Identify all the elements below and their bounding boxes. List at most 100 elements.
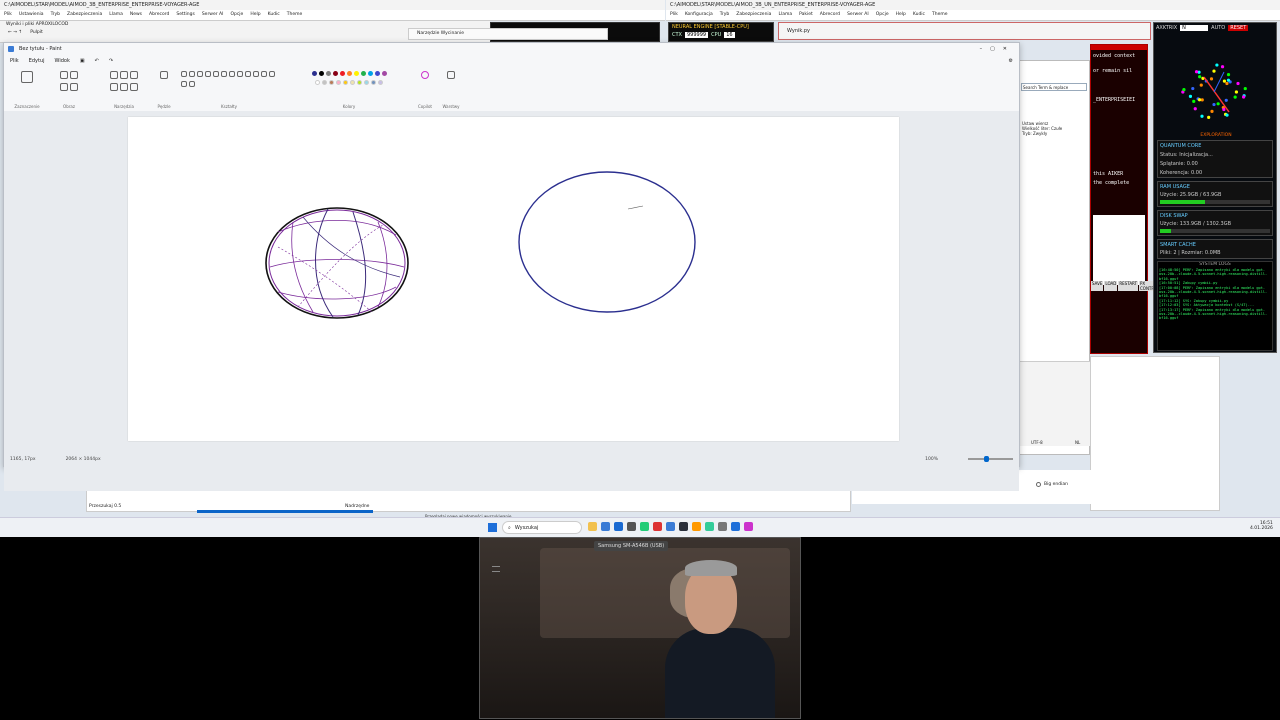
cpu-input[interactable]: 16	[724, 32, 735, 38]
redo-icon[interactable]: ↷	[109, 58, 113, 64]
log-button[interactable]: RESTART	[1118, 281, 1138, 291]
taskbar-app-icon[interactable]	[744, 522, 753, 531]
copilot-icon[interactable]	[421, 71, 429, 79]
shape-icon[interactable]	[269, 71, 275, 77]
ctx-input[interactable]: 999999	[684, 32, 709, 38]
color-swatch[interactable]	[371, 80, 376, 85]
auto-checkbox[interactable]: AUTO	[1211, 25, 1225, 31]
start-button[interactable]	[488, 523, 497, 532]
taskbar-app-icon[interactable]	[731, 522, 740, 531]
taskbar-search[interactable]: ⌕ Wyszukaj	[502, 521, 582, 534]
settings-gear-icon[interactable]: ⚙	[1009, 58, 1013, 64]
taskbar-app-icon[interactable]	[718, 522, 727, 531]
layers-icon[interactable]	[447, 71, 455, 79]
color-swatch[interactable]	[325, 71, 331, 76]
save-icon[interactable]: ▣	[80, 58, 85, 64]
magnifier-icon[interactable]	[130, 83, 138, 91]
rotate-icon[interactable]	[60, 83, 68, 91]
color-swatch[interactable]	[378, 80, 383, 85]
text-icon[interactable]	[130, 71, 138, 79]
shape-icon[interactable]	[181, 81, 187, 87]
color-swatch[interactable]	[322, 80, 327, 85]
shape-icon[interactable]	[253, 71, 259, 77]
color-swatch[interactable]	[346, 71, 352, 76]
snipping-dialog[interactable]: Narzędzie Wycinanie	[408, 28, 608, 40]
search-popup-title[interactable]: Search Term & replace	[1021, 83, 1087, 91]
menu-item[interactable]: Opcje	[876, 12, 889, 17]
menu-item[interactable]: Pakiet	[799, 12, 813, 17]
shape-icon[interactable]	[237, 71, 243, 77]
reset-button[interactable]: RESET	[1228, 25, 1249, 31]
menu-item[interactable]: Tryb	[720, 12, 729, 17]
shape-icon[interactable]	[181, 71, 187, 77]
color-swatch[interactable]	[311, 71, 317, 76]
menu-icon[interactable]	[492, 566, 500, 572]
eraser-icon[interactable]	[110, 83, 118, 91]
menu-item[interactable]: Zabezpieczenia	[67, 12, 102, 17]
menu-item[interactable]: Opcje	[230, 12, 243, 17]
menu-item[interactable]: Kudic	[913, 12, 925, 17]
fill-icon[interactable]	[120, 71, 128, 79]
menu-item[interactable]: News	[130, 12, 142, 17]
color-swatch[interactable]	[367, 71, 373, 76]
taskbar-app-icon[interactable]	[692, 522, 701, 531]
taskbar-app-icon[interactable]	[601, 522, 610, 531]
menu-item[interactable]: Help	[896, 12, 906, 17]
clock[interactable]: 16:51 4.01.2026	[1250, 521, 1273, 531]
menu-item[interactable]: Llama	[778, 12, 792, 17]
color-swatch[interactable]	[360, 71, 366, 76]
color-swatch[interactable]	[339, 71, 345, 76]
shape-icon[interactable]	[261, 71, 267, 77]
nav-arrows-icon[interactable]: ← → ↑	[8, 30, 22, 35]
editor-tab[interactable]: Wynik.py	[778, 22, 1151, 40]
shape-icon[interactable]	[245, 71, 251, 77]
zoom-level[interactable]: 100%	[925, 457, 938, 462]
resize-icon[interactable]	[70, 71, 78, 79]
menu-view[interactable]: Widok	[55, 58, 70, 64]
picker-icon[interactable]	[120, 83, 128, 91]
menu-item[interactable]: Kudic	[268, 12, 280, 17]
color-swatch[interactable]	[357, 80, 362, 85]
crop-icon[interactable]	[60, 71, 68, 79]
select-icon[interactable]	[21, 71, 33, 83]
taskbar-app-icon[interactable]	[614, 522, 623, 531]
color-swatch[interactable]	[332, 71, 338, 76]
shape-icon[interactable]	[197, 71, 203, 77]
shape-icon[interactable]	[205, 71, 211, 77]
color-swatch[interactable]	[374, 71, 380, 76]
brush-icon[interactable]	[160, 71, 168, 79]
menu-item[interactable]: Plik	[4, 12, 12, 17]
menu-edit[interactable]: Edytuj	[29, 58, 45, 64]
taskbar-app-icon[interactable]	[588, 522, 597, 531]
log-button[interactable]: SAVE	[1091, 281, 1104, 291]
taskbar-app-icon[interactable]	[666, 522, 675, 531]
zoom-slider[interactable]	[968, 456, 1013, 462]
menu-item[interactable]: Plik	[670, 12, 678, 17]
menu-item[interactable]: Theme	[287, 12, 303, 17]
menu-item[interactable]: Serwer AI	[202, 12, 224, 17]
color-swatch[interactable]	[315, 80, 320, 85]
shape-icon[interactable]	[189, 81, 195, 87]
drawing-canvas[interactable]	[128, 117, 899, 441]
menu-file[interactable]: Plik	[10, 58, 19, 64]
window-controls-icon[interactable]: –▢✕	[980, 46, 1015, 52]
taskbar-app-icon[interactable]	[640, 522, 649, 531]
radio-big[interactable]	[1036, 482, 1041, 487]
taskbar-app-icon[interactable]	[653, 522, 662, 531]
taskbar-app-icon[interactable]	[705, 522, 714, 531]
color-swatch[interactable]	[381, 71, 387, 76]
menu-item[interactable]: Theme	[932, 12, 948, 17]
menu-item[interactable]: Konfiguracja	[685, 12, 713, 17]
undo-icon[interactable]: ↶	[95, 58, 99, 64]
menu-item[interactable]: Abrecord	[820, 12, 840, 17]
flip-icon[interactable]	[70, 83, 78, 91]
log-button[interactable]: LOAD	[1104, 281, 1118, 291]
color-swatch[interactable]	[343, 80, 348, 85]
axiom-input[interactable]: N	[1180, 25, 1209, 31]
pencil-icon[interactable]	[110, 71, 118, 79]
color-swatch[interactable]	[350, 80, 355, 85]
menu-item[interactable]: Settings	[176, 12, 194, 17]
menu-item[interactable]: Ustawienia	[19, 12, 44, 17]
color-swatch[interactable]	[336, 80, 341, 85]
menu-item[interactable]: Help	[250, 12, 260, 17]
